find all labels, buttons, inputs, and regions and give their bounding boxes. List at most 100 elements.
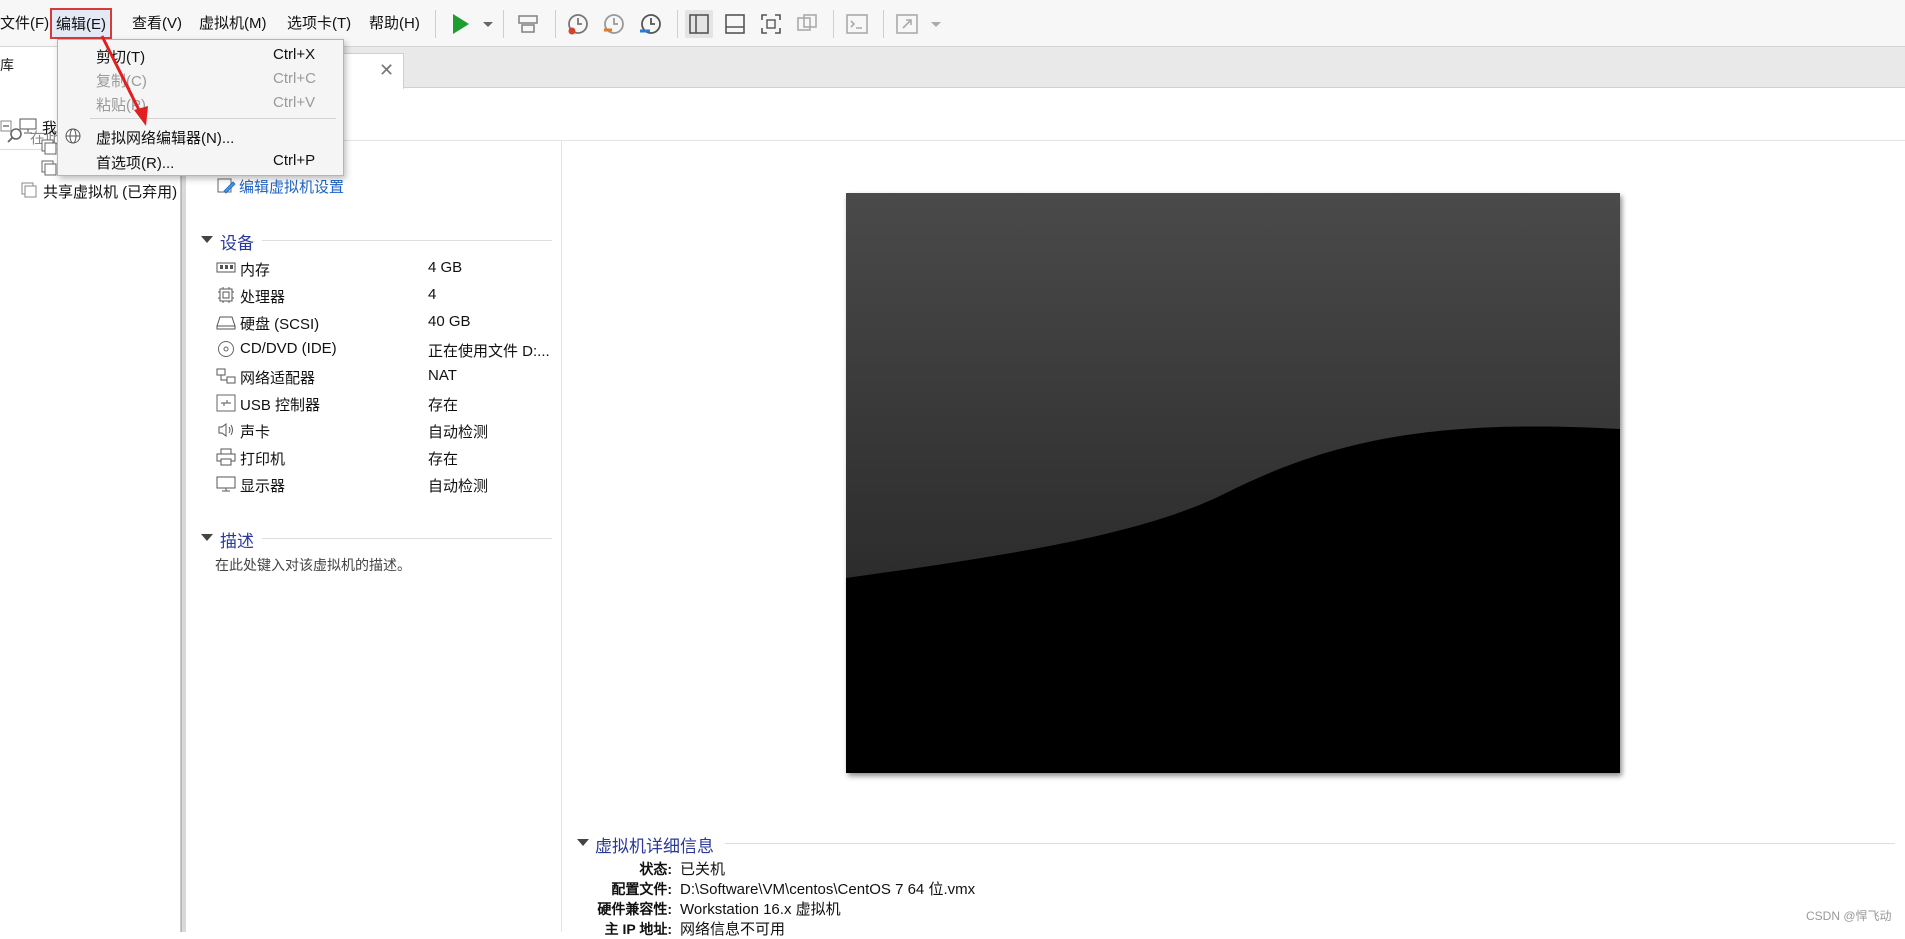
- device-value: 4: [428, 286, 437, 303]
- tree-shared-vms[interactable]: 共享虚拟机 (已弃用): [43, 181, 177, 202]
- power-on-button[interactable]: [446, 10, 474, 38]
- tree-my-computer[interactable]: 我: [42, 117, 57, 138]
- collapse-arrow-icon[interactable]: [577, 839, 589, 846]
- device-name[interactable]: 硬盘 (SCSI): [240, 313, 319, 334]
- details-title[interactable]: 虚拟机详细信息: [595, 832, 714, 857]
- snapshot-revert-button[interactable]: [600, 10, 628, 38]
- device-name[interactable]: 网络适配器: [240, 367, 315, 388]
- devices-title[interactable]: 设备: [220, 229, 254, 254]
- stretch-button[interactable]: [893, 10, 921, 38]
- speaker-icon: [218, 423, 233, 437]
- detail-value: 已关机: [680, 861, 726, 878]
- terminal-icon: [846, 14, 868, 34]
- send-keys-button[interactable]: [514, 10, 542, 38]
- snapshot-take-button[interactable]: [564, 10, 592, 38]
- collapse-arrow-icon[interactable]: [201, 236, 213, 243]
- menu-file[interactable]: 文件(F): [0, 12, 49, 33]
- detail-value: Workstation 16.x 虚拟机: [680, 901, 841, 918]
- device-name[interactable]: 声卡: [240, 421, 270, 442]
- device-value: 4 GB: [428, 259, 463, 276]
- network-icon: [216, 368, 236, 384]
- toolbar-separator: [435, 10, 436, 38]
- shared-vm-icon: [21, 182, 37, 198]
- menu-item-shortcut: Ctrl+C: [273, 70, 316, 87]
- section-rule: [262, 240, 552, 241]
- device-name[interactable]: 显示器: [240, 475, 285, 496]
- computer-icon: [19, 118, 37, 134]
- detail-label: 状态:: [639, 861, 672, 877]
- stretch-icon: [896, 14, 918, 34]
- chevron-down-icon: [483, 22, 493, 27]
- edit-settings-icon: [217, 178, 236, 194]
- device-value: 自动检测: [428, 424, 489, 441]
- vm-screen-preview[interactable]: [846, 193, 1620, 773]
- collapse-icon[interactable]: [0, 120, 12, 132]
- annotation-arrow: [100, 35, 148, 126]
- menu-item-shortcut: Ctrl+X: [273, 46, 316, 63]
- device-name[interactable]: 打印机: [240, 448, 285, 469]
- chevron-down-icon: [931, 22, 941, 27]
- vm-screen-artwork: [846, 193, 1620, 773]
- device-name[interactable]: CD/DVD (IDE): [240, 340, 337, 357]
- snapshot-manager-icon: [640, 14, 661, 34]
- device-name[interactable]: 处理器: [240, 286, 285, 307]
- detail-value: D:\Software\VM\centos\CentOS 7 64 位.vmx: [680, 881, 976, 898]
- library-panel: 库 在此 我 共享虚拟机 (已弃用): [0, 47, 181, 932]
- toolbar-separator: [503, 10, 504, 38]
- play-icon: [453, 14, 469, 34]
- console-button[interactable]: [843, 10, 871, 38]
- menu-item-label: 首选项(R)...: [96, 155, 175, 172]
- close-icon[interactable]: ✕: [379, 60, 394, 81]
- device-value: 存在: [428, 397, 459, 414]
- view-unity-button[interactable]: [793, 10, 821, 38]
- send-keys-icon: [518, 15, 538, 33]
- menu-item-preferences[interactable]: 首选项(R)... Ctrl+P: [58, 150, 343, 172]
- view-thumbnail-button[interactable]: [721, 10, 749, 38]
- watermark: CSDN @悍飞动: [1806, 909, 1892, 923]
- usb-icon: [216, 394, 236, 412]
- menu-vm[interactable]: 虚拟机(M): [199, 12, 267, 33]
- harddisk-icon: [216, 316, 236, 330]
- description-input[interactable]: 在此处键入对该虚拟机的描述。: [215, 555, 411, 575]
- description-title[interactable]: 描述: [220, 527, 254, 552]
- view-fullscreen-button[interactable]: [757, 10, 785, 38]
- divider: [561, 140, 562, 932]
- vm-icon[interactable]: [40, 138, 58, 156]
- detail-value: 网络信息不可用: [680, 921, 786, 938]
- view-library-button[interactable]: [685, 10, 713, 38]
- library-header: 库: [0, 57, 14, 73]
- printer-icon: [216, 448, 236, 466]
- clock-add-icon: [568, 14, 588, 35]
- menu-help[interactable]: 帮助(H): [369, 12, 420, 33]
- collapse-arrow-icon[interactable]: [201, 534, 213, 541]
- section-rule: [725, 843, 1895, 844]
- divider: [186, 140, 1905, 141]
- edit-vm-settings-link[interactable]: 编辑虚拟机设置: [239, 176, 344, 197]
- device-value: 存在: [428, 451, 459, 468]
- detail-label: 硬件兼容性:: [597, 901, 672, 917]
- tab-strip: [186, 47, 1905, 88]
- vm-icon[interactable]: [40, 159, 58, 177]
- device-name[interactable]: 内存: [240, 259, 270, 280]
- monitor-icon: [216, 476, 236, 492]
- device-value: 正在使用文件 D:...: [428, 343, 550, 360]
- cdrom-icon: [218, 341, 234, 357]
- toolbar-separator: [883, 10, 884, 38]
- power-dropdown-button[interactable]: [474, 10, 493, 38]
- menu-tabs[interactable]: 选项卡(T): [287, 12, 351, 33]
- fullscreen-icon: [761, 14, 781, 34]
- menu-item-label: 虚拟网络编辑器(N)...: [96, 130, 235, 147]
- unity-icon: [797, 14, 817, 31]
- stretch-dropdown-button[interactable]: [922, 10, 941, 38]
- detail-label: 配置文件:: [611, 881, 672, 897]
- toolbar-separator: [833, 10, 834, 38]
- snapshot-manager-button[interactable]: [637, 10, 665, 38]
- device-value: NAT: [428, 367, 457, 384]
- panel-splitter[interactable]: [181, 47, 186, 932]
- clock-revert-icon: [604, 14, 624, 34]
- toolbar-separator: [555, 10, 556, 38]
- device-name[interactable]: USB 控制器: [240, 394, 320, 415]
- globe-icon: [65, 128, 81, 144]
- sidebar-layout-icon: [689, 14, 709, 34]
- device-value: 自动检测: [428, 478, 489, 495]
